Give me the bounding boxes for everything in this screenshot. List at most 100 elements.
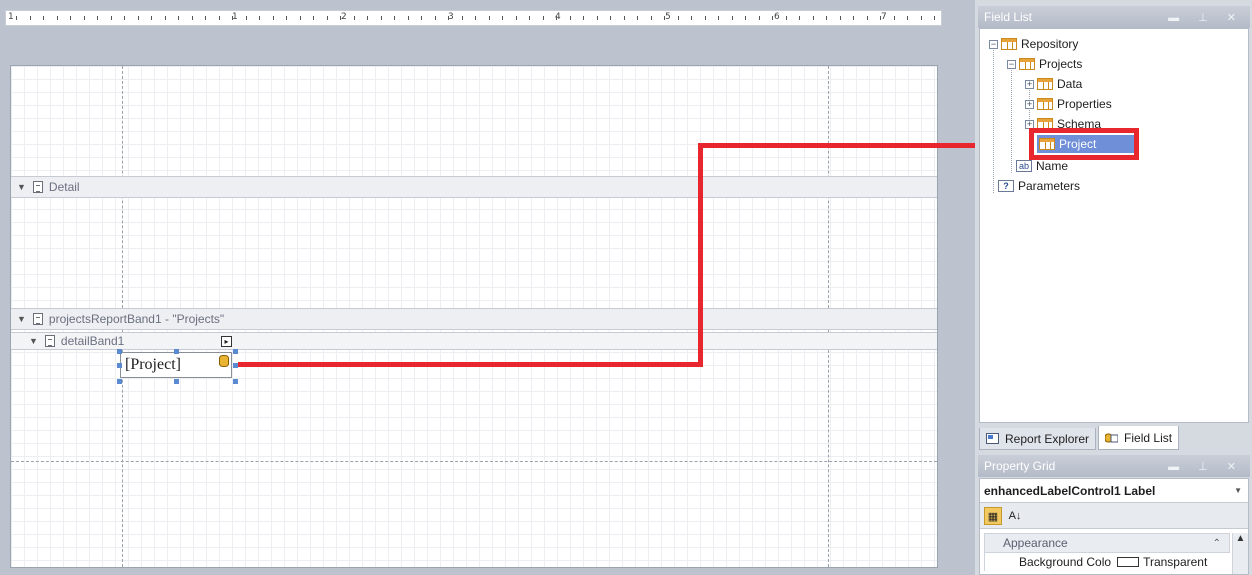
ruler-tick bbox=[597, 16, 598, 20]
callout-line-horizontal-bottom bbox=[238, 362, 702, 367]
collapse-icon[interactable]: − bbox=[1007, 59, 1016, 69]
panel-title: Field List bbox=[984, 10, 1033, 24]
ruler-tick bbox=[799, 16, 800, 20]
object-selector[interactable]: enhancedLabelControl1 Label ▼ bbox=[980, 479, 1248, 503]
ruler-tick bbox=[192, 16, 193, 20]
band-projects-header[interactable]: ▼ projectsReportBand1 - "Projects" bbox=[11, 308, 937, 330]
ruler-tick bbox=[516, 16, 517, 20]
field-list-icon bbox=[1105, 433, 1119, 443]
ruler-tick bbox=[786, 16, 787, 20]
resize-handle[interactable] bbox=[117, 349, 122, 354]
ruler-tick bbox=[205, 16, 206, 20]
collapse-category-icon[interactable]: ⌃ bbox=[1213, 538, 1221, 549]
ruler-tick bbox=[57, 16, 58, 20]
property-row-background-color[interactable]: Background Colo Transparent bbox=[984, 553, 1230, 571]
dock-tab-strip: Report Explorer Field List bbox=[979, 424, 1249, 450]
node-label: Parameters bbox=[1018, 179, 1081, 193]
dropdown-arrow-icon[interactable]: ▼ bbox=[1234, 486, 1242, 495]
tree-node-properties[interactable]: + Properties bbox=[1025, 95, 1112, 113]
color-swatch bbox=[1117, 557, 1140, 567]
resize-handle[interactable] bbox=[174, 349, 179, 354]
string-field-icon: ab bbox=[1016, 160, 1032, 172]
ruler-tick bbox=[664, 16, 665, 20]
collapse-icon[interactable]: − bbox=[989, 39, 998, 49]
band-label: Detail bbox=[48, 180, 80, 194]
collapse-triangle-icon[interactable]: ▼ bbox=[17, 182, 26, 192]
table-icon bbox=[1037, 78, 1053, 90]
property-grid-title-bar[interactable]: Property Grid ▬ ⊥ ✕ bbox=[978, 455, 1250, 477]
ruler-tick bbox=[529, 16, 530, 20]
band-icon bbox=[32, 313, 43, 325]
collapse-triangle-icon[interactable]: ▼ bbox=[29, 336, 38, 346]
tree-node-data[interactable]: + Data bbox=[1025, 75, 1082, 93]
ruler-tick bbox=[219, 16, 220, 20]
node-label: Project bbox=[1059, 137, 1097, 151]
ruler-tick bbox=[124, 16, 125, 20]
ruler-tick bbox=[381, 16, 382, 20]
ruler-tick bbox=[246, 16, 247, 20]
ruler-tick bbox=[678, 16, 679, 20]
tree-node-name[interactable]: ab Name bbox=[1016, 157, 1068, 175]
collapse-triangle-icon[interactable]: ▼ bbox=[17, 314, 26, 324]
vertical-scrollbar[interactable]: ▲ bbox=[1232, 533, 1248, 574]
ruler-tick bbox=[313, 16, 314, 20]
ruler-tick bbox=[259, 16, 260, 20]
tree-node-project-selected[interactable]: Project bbox=[1037, 135, 1134, 153]
tree-node-parameters[interactable]: ? Parameters bbox=[998, 177, 1080, 195]
ruler-tick bbox=[853, 16, 854, 20]
tab-field-list[interactable]: Field List bbox=[1098, 426, 1180, 450]
ruler-tick bbox=[705, 16, 706, 20]
property-value[interactable]: Transparent bbox=[1143, 555, 1207, 569]
categorized-view-icon[interactable]: ▦ bbox=[984, 506, 1002, 525]
window-buttons-icon[interactable]: ▬ ⊥ ✕ bbox=[1168, 11, 1244, 24]
ruler-tick bbox=[232, 16, 233, 20]
property-grid[interactable]: enhancedLabelControl1 Label ▼ ▦ A↓ Appea… bbox=[979, 478, 1249, 575]
tree-node-projects[interactable]: − Projects bbox=[1007, 55, 1082, 73]
resize-handle[interactable] bbox=[174, 379, 179, 384]
band-detail-sub-header[interactable]: ▼ detailBand1 bbox=[11, 332, 937, 350]
tree-line bbox=[993, 45, 994, 193]
band-label: projectsReportBand1 - "Projects" bbox=[48, 312, 225, 326]
resize-handle[interactable] bbox=[117, 379, 122, 384]
panel-title: Property Grid bbox=[984, 459, 1056, 473]
selected-object-label: enhancedLabelControl1 Label bbox=[984, 483, 1156, 498]
ruler-tick bbox=[97, 16, 98, 20]
property-category-appearance[interactable]: Appearance ⌃ bbox=[984, 533, 1230, 553]
node-label: Repository bbox=[1021, 37, 1079, 51]
ruler-tick bbox=[610, 16, 611, 20]
field-list-tree[interactable]: − Repository − Projects + Data + Propert… bbox=[979, 28, 1249, 423]
ruler-tick bbox=[624, 16, 625, 20]
ruler-tick bbox=[408, 16, 409, 20]
resize-handle[interactable] bbox=[233, 349, 238, 354]
window-buttons-icon[interactable]: ▬ ⊥ ✕ bbox=[1168, 460, 1244, 473]
data-binding-icon bbox=[219, 355, 229, 367]
expand-icon[interactable]: + bbox=[1025, 79, 1034, 89]
alphabetical-sort-icon[interactable]: A↓ bbox=[1006, 507, 1024, 525]
ruler-tick bbox=[921, 16, 922, 20]
ruler-tick bbox=[840, 16, 841, 20]
tab-label: Field List bbox=[1124, 430, 1173, 445]
ruler-tick bbox=[165, 16, 166, 20]
ruler-tick bbox=[867, 16, 868, 20]
field-list-title-bar[interactable]: Field List ▬ ⊥ ✕ bbox=[978, 6, 1250, 28]
ruler-number: 2 bbox=[341, 12, 347, 22]
expand-icon[interactable]: + bbox=[1025, 99, 1034, 109]
report-page[interactable]: ▼ Detail ▼ projectsReportBand1 - "Projec… bbox=[10, 65, 938, 568]
band-label: detailBand1 bbox=[60, 334, 125, 348]
ruler-tick bbox=[637, 16, 638, 20]
ruler-tick bbox=[502, 16, 503, 20]
project-label-control[interactable]: [Project] bbox=[120, 352, 232, 378]
resize-handle[interactable] bbox=[117, 363, 122, 368]
ruler-tick bbox=[16, 16, 17, 20]
ruler-tick bbox=[111, 16, 112, 20]
ruler-tick bbox=[759, 16, 760, 20]
resize-handle[interactable] bbox=[233, 379, 238, 384]
tree-node-repository[interactable]: − Repository bbox=[989, 35, 1078, 53]
ruler-tick bbox=[813, 16, 814, 20]
ruler-tick bbox=[30, 16, 31, 20]
tab-report-explorer[interactable]: Report Explorer bbox=[979, 428, 1097, 450]
ruler-number: 5 bbox=[665, 12, 671, 22]
band-detail-header[interactable]: ▼ Detail bbox=[11, 176, 937, 198]
ruler-tick bbox=[651, 16, 652, 20]
smart-tag-icon[interactable]: ▸ bbox=[221, 336, 232, 347]
